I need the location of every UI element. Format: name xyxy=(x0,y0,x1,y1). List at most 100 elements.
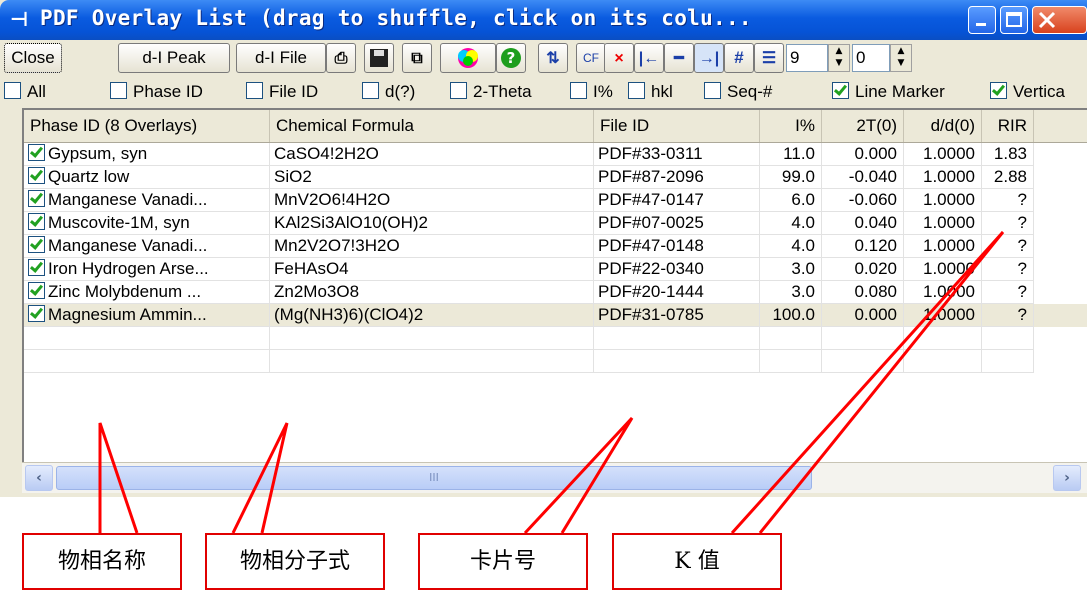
option-d[interactable]: d(?) xyxy=(362,82,415,104)
option-seq[interactable]: Seq-# xyxy=(704,82,772,104)
sort-button[interactable]: ⇅ xyxy=(538,43,568,73)
minimize-button[interactable] xyxy=(968,6,996,34)
help-button[interactable]: ? xyxy=(496,43,526,73)
phase-name: Magnesium Ammin... xyxy=(48,305,207,324)
checkbox[interactable] xyxy=(628,82,645,99)
toolbar: Close d-I Peak d-I File ⎙ ⧉ ? ⇅ CF × |← … xyxy=(0,40,1087,76)
save-button[interactable] xyxy=(364,43,394,73)
phase-cell[interactable]: Iron Hydrogen Arse... xyxy=(24,258,270,281)
file-cell: PDF#47-0148 xyxy=(594,235,760,258)
option-two-theta[interactable]: 2-Theta xyxy=(450,82,532,104)
empty-cell[interactable] xyxy=(24,350,270,373)
option-vertical[interactable]: Vertica xyxy=(990,82,1065,104)
checkbox[interactable] xyxy=(362,82,379,99)
scroll-right-button[interactable]: › xyxy=(1053,465,1081,491)
table-row[interactable]: Muscovite-1M, syn KAl2Si3AlO10(OH)2 PDF#07… xyxy=(24,212,1087,235)
checkbox[interactable] xyxy=(246,82,263,99)
row-checkbox[interactable] xyxy=(28,236,45,253)
maximize-button[interactable] xyxy=(1000,6,1028,34)
table-row[interactable]: Manganese Vanadi... MnV2O6!4H2O PDF#47-014… xyxy=(24,189,1087,212)
row-checkbox[interactable] xyxy=(28,259,45,276)
maximize-icon xyxy=(1006,12,1022,27)
phase-cell[interactable]: Gypsum, syn xyxy=(24,143,270,166)
table-row[interactable]: Gypsum, syn CaSO4!2H2O PDF#33-0311 11.0 0.00… xyxy=(24,143,1087,166)
row-checkbox[interactable] xyxy=(28,213,45,230)
checkbox[interactable] xyxy=(570,82,587,99)
option-phase-id[interactable]: Phase ID xyxy=(110,82,203,104)
phase-cell[interactable]: Manganese Vanadi... xyxy=(24,235,270,258)
spin1-arrows[interactable]: ▲ ▼ xyxy=(828,44,850,72)
print-button[interactable]: ⎙ xyxy=(326,43,356,73)
dd-cell: 1.0000 xyxy=(904,258,982,281)
list-icon: ☰ xyxy=(761,50,777,67)
spin1-input[interactable]: 9 xyxy=(786,44,828,72)
table-row[interactable]: Zinc Molybdenum ... Zn2Mo3O8 PDF#20-1444 3.… xyxy=(24,281,1087,304)
i-cell: 99.0 xyxy=(760,166,822,189)
scroll-thumb[interactable]: III xyxy=(56,466,812,490)
column-header[interactable]: Phase ID (8 Overlays) xyxy=(24,110,270,142)
phase-cell[interactable]: Zinc Molybdenum ... xyxy=(24,281,270,304)
formula-cell: CaSO4!2H2O xyxy=(270,143,594,166)
d-i-file-button[interactable]: d-I File xyxy=(236,43,326,73)
checkbox[interactable] xyxy=(110,82,127,99)
option-line-marker[interactable]: Line Marker xyxy=(832,82,945,104)
checkbox[interactable] xyxy=(704,82,721,99)
row-checkbox[interactable] xyxy=(28,282,45,299)
row-checkbox[interactable] xyxy=(28,167,45,184)
phase-name: Quartz low xyxy=(48,167,130,186)
phase-cell[interactable]: Manganese Vanadi... xyxy=(24,189,270,212)
checkbox[interactable] xyxy=(450,82,467,99)
column-header[interactable]: d/d(0) xyxy=(904,110,982,142)
close-button[interactable]: Close xyxy=(4,43,62,73)
table-row[interactable]: Manganese Vanadi... Mn2V2O7!3H2O PDF#47-01… xyxy=(24,235,1087,258)
close-window-button[interactable] xyxy=(1032,6,1087,34)
column-header[interactable]: I% xyxy=(760,110,822,142)
i-cell: 6.0 xyxy=(760,189,822,212)
column-header[interactable]: 2T(0) xyxy=(822,110,904,142)
d-i-peak-button[interactable]: d-I Peak xyxy=(118,43,230,73)
phase-cell[interactable]: Muscovite-1M, syn xyxy=(24,212,270,235)
file-cell: PDF#20-1444 xyxy=(594,281,760,304)
checkbox-checked[interactable] xyxy=(990,82,1007,99)
first-button[interactable]: |← xyxy=(634,43,664,73)
spin2-arrows[interactable]: ▲ ▼ xyxy=(890,44,912,72)
option-file-id[interactable]: File ID xyxy=(246,82,318,104)
delete-button[interactable]: × xyxy=(604,43,634,73)
option-hkl[interactable]: hkl xyxy=(628,82,673,104)
empty-cell[interactable] xyxy=(24,327,270,350)
table-row[interactable]: Iron Hydrogen Arse... FeHAsO4 PDF#22-0340 3… xyxy=(24,258,1087,281)
minus-icon: ━ xyxy=(674,50,684,67)
cf-button[interactable]: CF xyxy=(576,43,606,73)
column-header[interactable]: File ID xyxy=(594,110,760,142)
table-row[interactable] xyxy=(24,327,1087,350)
option-all[interactable]: All xyxy=(4,82,46,104)
empty-cell xyxy=(594,327,760,350)
table-row[interactable] xyxy=(24,350,1087,373)
phase-cell[interactable]: Magnesium Ammin... xyxy=(24,304,270,327)
row-checkbox[interactable] xyxy=(28,190,45,207)
checkbox[interactable] xyxy=(4,82,21,99)
phase-name: Muscovite-1M, syn xyxy=(48,213,190,232)
horizontal-scrollbar[interactable]: ‹ III › xyxy=(22,462,1087,493)
column-header[interactable] xyxy=(1034,110,1087,142)
option-i-pct[interactable]: I% xyxy=(570,82,613,104)
column-header[interactable]: Chemical Formula xyxy=(270,110,594,142)
formula-cell: FeHAsO4 xyxy=(270,258,594,281)
number-button[interactable]: # xyxy=(724,43,754,73)
spin2-input[interactable]: 0 xyxy=(852,44,890,72)
table-row[interactable]: Quartz low SiO2 PDF#87-2096 99.0 -0.040 1.000… xyxy=(24,166,1087,189)
scroll-left-button[interactable]: ‹ xyxy=(25,465,53,491)
last-button[interactable]: →| xyxy=(694,43,724,73)
phase-cell[interactable]: Quartz low xyxy=(24,166,270,189)
row-checkbox[interactable] xyxy=(28,305,45,322)
i-cell: 4.0 xyxy=(760,212,822,235)
copy-button[interactable]: ⧉ xyxy=(402,43,432,73)
checkbox-checked[interactable] xyxy=(832,82,849,99)
row-checkbox[interactable] xyxy=(28,144,45,161)
list-button[interactable]: ☰ xyxy=(754,43,784,73)
table-row[interactable]: Magnesium Ammin... (Mg(NH3)6)(ClO4)2 PDF#3… xyxy=(24,304,1087,327)
minus-button[interactable]: ━ xyxy=(664,43,694,73)
color-button[interactable] xyxy=(440,43,496,73)
column-header[interactable]: RIR xyxy=(982,110,1034,142)
title-bar[interactable]: ⊣ PDF Overlay List (drag to shuffle, cli… xyxy=(0,0,1087,40)
